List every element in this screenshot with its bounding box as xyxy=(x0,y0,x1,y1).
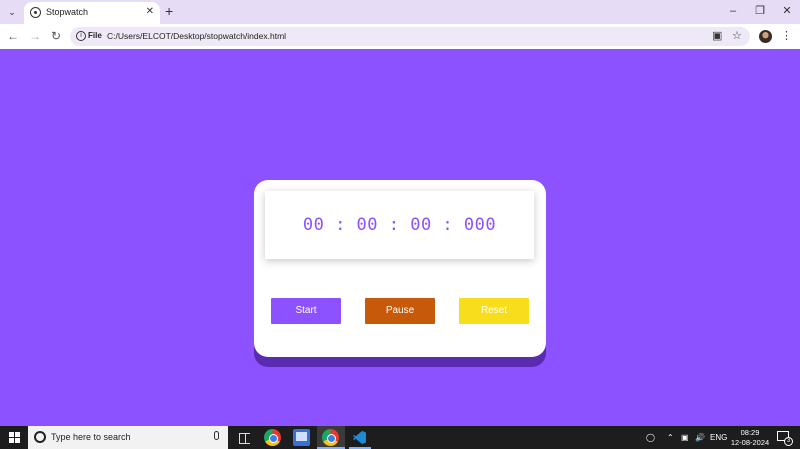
chrome-icon[interactable] xyxy=(322,429,339,446)
install-icon[interactable]: ▣ xyxy=(712,30,722,43)
close-icon[interactable]: ✕ xyxy=(146,6,154,18)
scheme-chip: File xyxy=(88,31,102,40)
chevron-up-icon[interactable]: ⌃ xyxy=(667,432,674,443)
windows-start-icon[interactable] xyxy=(9,432,20,443)
chevron-down-icon[interactable]: ⌄ xyxy=(4,4,20,20)
chrome-icon[interactable] xyxy=(264,429,281,446)
minimize-icon[interactable]: – xyxy=(725,3,741,19)
task-view-icon[interactable] xyxy=(236,429,253,446)
search-placeholder: Type here to search xyxy=(51,432,131,442)
language-indicator[interactable]: ENG xyxy=(710,432,727,443)
time-display: 00 : 00 : 00 : 000 xyxy=(265,191,534,259)
plus-icon[interactable]: + xyxy=(165,3,173,19)
url-text[interactable]: C:/Users/ELCOT/Desktop/stopwatch/index.h… xyxy=(107,31,286,41)
microphone-icon[interactable] xyxy=(214,431,219,440)
people-icon[interactable]: ◯ xyxy=(646,432,655,443)
address-bar[interactable]: i File C:/Users/ELCOT/Desktop/stopwatch/… xyxy=(70,27,750,46)
taskbar: Type here to search ◯ ⌃ ▣ 🔊 ENG 08:29 12… xyxy=(0,426,800,449)
tab-stopwatch[interactable]: Stopwatch ✕ xyxy=(24,2,160,24)
cortana-icon xyxy=(34,431,46,443)
star-icon[interactable]: ☆ xyxy=(732,30,742,43)
avatar[interactable] xyxy=(759,30,772,43)
info-icon[interactable]: i xyxy=(76,31,86,41)
forward-icon[interactable]: → xyxy=(28,29,42,43)
tab-strip: ⌄ Stopwatch ✕ + – ❐ ✕ xyxy=(0,0,800,24)
network-icon[interactable]: ▣ xyxy=(681,432,689,443)
time-readout: 00 : 00 : 00 : 000 xyxy=(302,215,497,235)
close-icon[interactable]: ✕ xyxy=(779,3,795,19)
back-icon[interactable]: ← xyxy=(6,29,20,43)
taskbar-search[interactable]: Type here to search xyxy=(28,426,228,449)
globe-icon xyxy=(30,7,41,18)
tab-title: Stopwatch xyxy=(46,7,89,17)
reload-icon[interactable]: ↻ xyxy=(49,29,63,43)
clock-date[interactable]: 12-08-2024 xyxy=(729,438,771,447)
photos-icon[interactable] xyxy=(293,429,310,446)
volume-icon[interactable]: 🔊 xyxy=(695,432,705,443)
browser-toolbar: ← → ↻ i File C:/Users/ELCOT/Desktop/stop… xyxy=(0,24,800,49)
start-button[interactable]: Start xyxy=(271,298,341,324)
pause-button[interactable]: Pause xyxy=(365,298,435,324)
restore-icon[interactable]: ❐ xyxy=(752,3,768,19)
clock-time[interactable]: 08:29 xyxy=(735,428,765,437)
more-vertical-icon[interactable]: ⋮ xyxy=(781,30,792,42)
vscode-icon[interactable] xyxy=(351,429,368,446)
notification-count: 3 xyxy=(784,437,793,446)
reset-button[interactable]: Reset xyxy=(459,298,529,324)
